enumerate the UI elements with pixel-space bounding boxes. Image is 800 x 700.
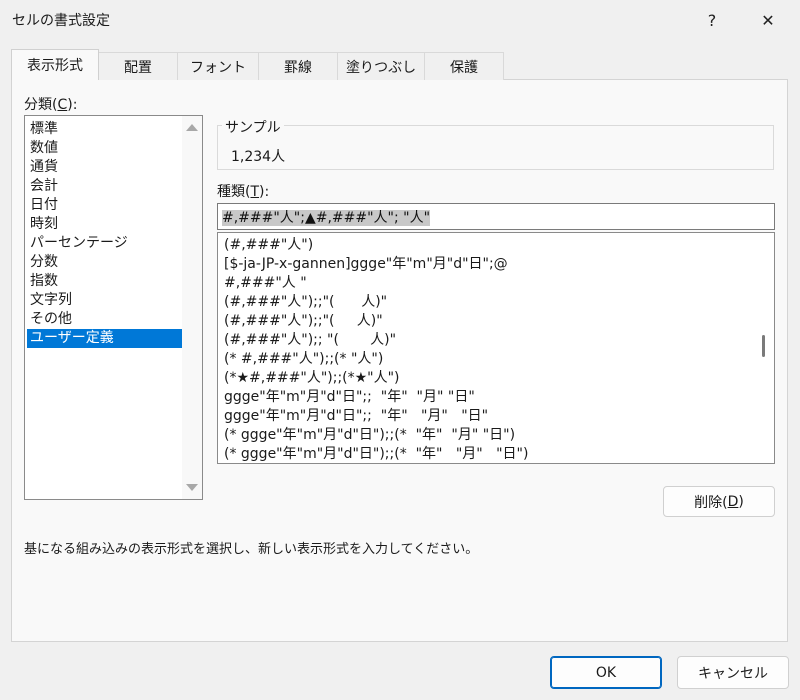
- button-text: ): [738, 493, 744, 510]
- sample-value: 1,234人: [231, 149, 286, 165]
- description-text: 基になる組み込みの表示形式を選択し、新しい表示形式を入力してください。: [24, 542, 479, 557]
- list-item-date[interactable]: 日付: [27, 196, 182, 215]
- tab-number-format[interactable]: 表示形式: [11, 49, 99, 80]
- tab-label: フォント: [190, 59, 246, 76]
- tab-protection[interactable]: 保護: [424, 52, 504, 80]
- list-item[interactable]: [$-ja-JP-x-gannen]ggge"年"m"月"d"日";@: [224, 255, 508, 274]
- type-label: 種類(T):: [217, 181, 269, 201]
- scroll-down-arrow-icon[interactable]: [186, 484, 198, 491]
- tab-label: 保護: [450, 59, 478, 76]
- label-text: 分類(: [24, 97, 58, 113]
- label-text: 種類(: [217, 184, 251, 200]
- list-item-number[interactable]: 数値: [27, 139, 182, 158]
- tab-label: 罫線: [284, 59, 312, 76]
- format-list[interactable]: (#,###"人") [$-ja-JP-x-gannen]ggge"年"m"月"…: [217, 232, 775, 464]
- tab-label: 表示形式: [27, 58, 83, 74]
- list-item[interactable]: (#,###"人"): [224, 236, 313, 255]
- format-code-value: #,###"人";▲#,###"人"; "人": [222, 210, 431, 226]
- delete-button[interactable]: 削除(D): [663, 486, 775, 517]
- list-item-scientific[interactable]: 指数: [27, 272, 182, 291]
- sample-legend: サンプル: [222, 117, 284, 137]
- title-bar: セルの書式設定 ? ✕: [0, 0, 800, 40]
- list-item-percentage[interactable]: パーセンテージ: [27, 234, 182, 253]
- help-button[interactable]: ?: [697, 6, 727, 34]
- scroll-thumb[interactable]: [762, 335, 765, 357]
- button-text: 削除(: [694, 494, 728, 511]
- label-text: ):: [259, 184, 270, 200]
- list-item[interactable]: ggge"年"m"月"d"日";; "年" "月" "日": [224, 388, 475, 407]
- label-accesskey: T: [250, 184, 260, 200]
- tab-border[interactable]: 罫線: [258, 52, 338, 80]
- list-item-time[interactable]: 時刻: [27, 215, 182, 234]
- list-item[interactable]: (* ggge"年"m"月"d"日");;(* "年" "月" "日"): [224, 445, 528, 463]
- list-item-special[interactable]: その他: [27, 310, 182, 329]
- list-item-text[interactable]: 文字列: [27, 291, 182, 310]
- scroll-up-arrow-icon[interactable]: [186, 124, 198, 131]
- list-item-general[interactable]: 標準: [27, 120, 182, 139]
- list-item[interactable]: (* #,###"人");;(* "人"): [224, 350, 383, 369]
- list-item[interactable]: ggge"年"m"月"d"日";; "年" "月" "日": [224, 407, 488, 426]
- list-item-fraction[interactable]: 分数: [27, 253, 182, 272]
- category-scrollbar[interactable]: [182, 116, 202, 499]
- tab-label: 塗りつぶし: [345, 59, 417, 76]
- list-item-custom[interactable]: ユーザー定義: [27, 329, 182, 348]
- format-code-input[interactable]: #,###"人";▲#,###"人"; "人": [217, 203, 775, 230]
- close-icon: ✕: [761, 10, 775, 30]
- button-text: OK: [595, 664, 617, 681]
- tab-strip: 表示形式 配置 フォント 罫線 塗りつぶし 保護: [11, 49, 504, 80]
- list-item-currency[interactable]: 通貨: [27, 158, 182, 177]
- tab-alignment[interactable]: 配置: [98, 52, 178, 80]
- category-label: 分類(C):: [24, 94, 77, 114]
- list-item[interactable]: (#,###"人");; "( 人)": [224, 331, 396, 350]
- tab-font[interactable]: フォント: [177, 52, 259, 80]
- category-list[interactable]: 標準 数値 通貨 会計 日付 時刻 パーセンテージ 分数 指数 文字列 その他 …: [24, 115, 203, 500]
- format-list-scrollbar[interactable]: [754, 233, 774, 463]
- list-item[interactable]: (* ggge"年"m"月"d"日");;(* "年" "月" "日"): [224, 426, 515, 445]
- list-item[interactable]: #,###"人 ": [224, 274, 307, 293]
- list-item[interactable]: (#,###"人");;"( 人)": [224, 293, 387, 312]
- help-icon: ?: [707, 10, 717, 30]
- list-item[interactable]: (*★#,###"人");;(*★"人"): [224, 369, 400, 388]
- label-accesskey: C: [57, 97, 68, 113]
- tab-label: 配置: [124, 59, 152, 76]
- button-text: キャンセル: [698, 665, 768, 682]
- dialog-title: セルの書式設定: [12, 13, 110, 29]
- sample-group: [217, 125, 774, 170]
- close-button[interactable]: ✕: [753, 6, 783, 34]
- button-accesskey: D: [727, 493, 739, 510]
- list-item-accounting[interactable]: 会計: [27, 177, 182, 196]
- ok-button[interactable]: OK: [550, 656, 662, 689]
- label-text: ):: [67, 97, 78, 113]
- cancel-button[interactable]: キャンセル: [677, 656, 789, 689]
- tab-fill[interactable]: 塗りつぶし: [337, 52, 425, 80]
- list-item[interactable]: (#,###"人");;"( 人)": [224, 312, 383, 331]
